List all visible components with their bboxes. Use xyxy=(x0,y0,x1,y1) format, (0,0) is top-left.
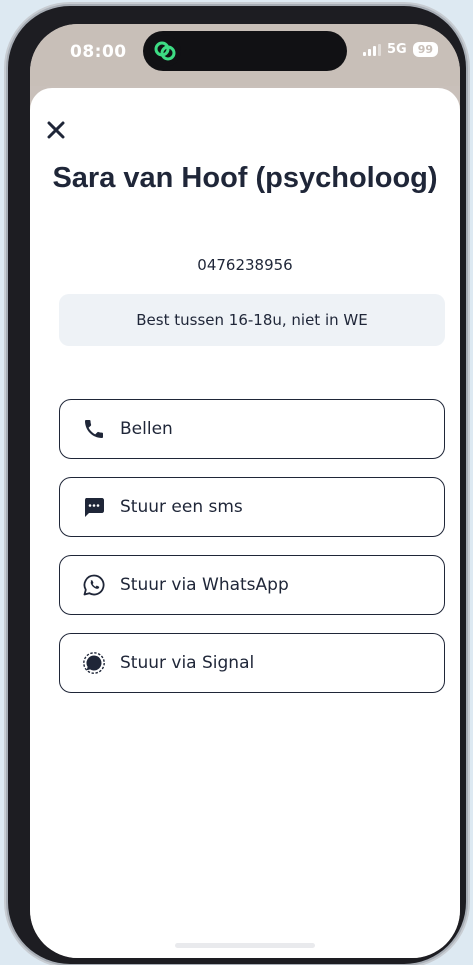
whatsapp-button-label: Stuur via WhatsApp xyxy=(120,575,289,595)
phone-icon xyxy=(82,417,106,441)
whatsapp-button[interactable]: Stuur via WhatsApp xyxy=(59,555,445,615)
status-time: 08:00 xyxy=(70,42,127,62)
sms-icon xyxy=(82,495,106,519)
home-indicator[interactable] xyxy=(175,943,315,948)
signal-icon xyxy=(82,651,106,675)
battery-indicator: 99 xyxy=(412,42,438,57)
contact-name: Sara van Hoof (psycholoog) xyxy=(52,162,438,194)
contact-phone-number: 0476238956 xyxy=(197,256,293,274)
whatsapp-icon xyxy=(82,573,106,597)
call-button-label: Bellen xyxy=(120,419,173,439)
device-frame: 08:00 5G 99 Sara van Hoof (psycholoog) 0… xyxy=(0,0,473,965)
status-bar: 08:00 5G 99 xyxy=(30,24,460,86)
contact-note-text: Best tussen 16-18u, niet in WE xyxy=(136,311,368,329)
signal-strength-icon xyxy=(362,43,381,56)
status-indicators: 5G 99 xyxy=(362,42,438,57)
sms-button-label: Stuur een sms xyxy=(120,497,243,517)
sms-button[interactable]: Stuur een sms xyxy=(59,477,445,537)
signal-button[interactable]: Stuur via Signal xyxy=(59,633,445,693)
app-logo-icon xyxy=(149,35,181,67)
phone-body: 08:00 5G 99 Sara van Hoof (psycholoog) 0… xyxy=(8,6,466,964)
close-icon xyxy=(47,121,65,139)
screen: 08:00 5G 99 Sara van Hoof (psycholoog) 0… xyxy=(30,24,460,958)
dynamic-island xyxy=(143,31,347,71)
signal-button-label: Stuur via Signal xyxy=(120,653,255,673)
call-button[interactable]: Bellen xyxy=(59,399,445,459)
close-button[interactable] xyxy=(42,116,70,144)
contact-sheet: Sara van Hoof (psycholoog) 0476238956 Be… xyxy=(30,88,460,958)
network-type: 5G xyxy=(386,42,407,57)
contact-note: Best tussen 16-18u, niet in WE xyxy=(59,294,445,346)
